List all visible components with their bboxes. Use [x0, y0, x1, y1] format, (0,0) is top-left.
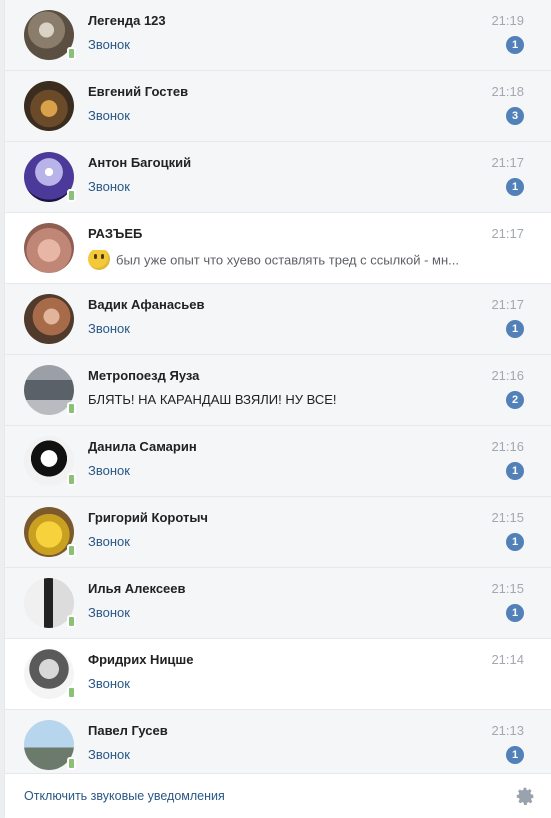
message-time: 21:14	[491, 652, 524, 667]
avatar[interactable]	[24, 223, 74, 273]
dialog-row[interactable]: Антон Багоцкий 21:17 Звонок 1	[5, 142, 551, 213]
online-mobile-icon	[67, 686, 76, 699]
message-preview: Звонок	[88, 534, 130, 549]
message-time: 21:13	[491, 723, 524, 738]
avatar[interactable]	[24, 81, 74, 131]
unread-count-badge: 2	[506, 391, 524, 409]
message-preview-text: был уже опыт что хуево оставлять тред с …	[116, 252, 459, 268]
message-preview-text: Звонок	[88, 676, 130, 691]
message-preview-text: Звонок	[88, 321, 130, 336]
unread-count-badge: 1	[506, 746, 524, 764]
message-time: 21:16	[491, 368, 524, 383]
message-time: 21:17	[491, 297, 524, 312]
message-preview: Звонок	[88, 605, 130, 620]
message-time: 21:15	[491, 581, 524, 596]
message-time: 21:17	[491, 226, 524, 241]
contact-name[interactable]: Фридрих Ницше	[88, 652, 194, 667]
contact-name[interactable]: Евгений Гостев	[88, 84, 188, 99]
avatar-wrapper[interactable]	[24, 507, 76, 557]
message-preview-text: Звонок	[88, 179, 130, 194]
message-preview-text: Звонок	[88, 108, 130, 123]
online-mobile-icon	[67, 615, 76, 628]
message-preview: Звонок	[88, 179, 130, 194]
message-preview: Звонок	[88, 747, 130, 762]
unread-count-badge: 1	[506, 178, 524, 196]
avatar-wrapper[interactable]	[24, 365, 76, 415]
dialog-row[interactable]: Евгений Гостев 21:18 Звонок 3	[5, 71, 551, 142]
avatar-wrapper[interactable]	[24, 294, 74, 344]
avatar-wrapper[interactable]	[24, 649, 76, 699]
contact-name[interactable]: Легенда 123	[88, 13, 166, 28]
unread-count-badge: 1	[506, 533, 524, 551]
message-time: 21:19	[491, 13, 524, 28]
unread-count-badge: 1	[506, 462, 524, 480]
message-time: 21:15	[491, 510, 524, 525]
avatar-wrapper[interactable]	[24, 81, 74, 131]
message-preview: Звонок	[88, 108, 130, 123]
contact-name[interactable]: Илья Алексеев	[88, 581, 186, 596]
message-preview-text: Звонок	[88, 463, 130, 478]
message-preview: Звонок	[88, 676, 130, 691]
message-preview-text: Звонок	[88, 747, 130, 762]
dialog-row[interactable]: Вадик Афанасьев 21:17 Звонок 1	[5, 284, 551, 355]
contact-name[interactable]: Метропоезд Яуза	[88, 368, 199, 383]
message-preview: Звонок	[88, 321, 130, 336]
message-preview: Звонок	[88, 463, 130, 478]
message-time: 21:17	[491, 155, 524, 170]
online-mobile-icon	[67, 402, 76, 415]
message-preview-text: Звонок	[88, 37, 130, 52]
contact-name[interactable]: Вадик Афанасьев	[88, 297, 205, 312]
message-preview: Звонок	[88, 37, 130, 52]
message-preview: был уже опыт что хуево оставлять тред с …	[88, 250, 459, 272]
dialog-row[interactable]: Илья Алексеев 21:15 Звонок 1	[5, 568, 551, 639]
dialog-row[interactable]: Григорий Коротыч 21:15 Звонок 1	[5, 497, 551, 568]
avatar-wrapper[interactable]	[24, 10, 76, 60]
dialogs-panel: Легенда 123 21:19 Звонок 1 Евгений Гостев 21:…	[4, 0, 551, 818]
unread-count-badge: 1	[506, 36, 524, 54]
unread-count-badge: 1	[506, 320, 524, 338]
message-preview-text: БЛЯТЬ! НА КАРАНДАШ ВЗЯЛИ! НУ ВСЕ!	[88, 392, 337, 407]
avatar-wrapper[interactable]	[24, 436, 76, 486]
dialog-row[interactable]: Легенда 123 21:19 Звонок 1	[5, 0, 551, 71]
contact-name[interactable]: Антон Багоцкий	[88, 155, 191, 170]
message-time: 21:16	[491, 439, 524, 454]
contact-name[interactable]: Григорий Коротыч	[88, 510, 208, 525]
dialog-row[interactable]: Данила Самарин 21:16 Звонок 1	[5, 426, 551, 497]
footer-bar: Отключить звуковые уведомления	[5, 773, 551, 818]
message-time: 21:18	[491, 84, 524, 99]
avatar-wrapper[interactable]	[24, 152, 76, 202]
dialog-row[interactable]: Фридрих Ницше 21:14 Звонок	[5, 639, 551, 710]
contact-name[interactable]: Данила Самарин	[88, 439, 197, 454]
online-mobile-icon	[67, 757, 76, 770]
unread-count-badge: 3	[506, 107, 524, 125]
message-preview-text: Звонок	[88, 534, 130, 549]
gear-icon[interactable]	[514, 785, 536, 807]
dialog-row[interactable]: Метропоезд Яуза 21:16 БЛЯТЬ! НА КАРАНДАШ В…	[5, 355, 551, 426]
online-mobile-icon	[67, 473, 76, 486]
dialog-row[interactable]: Павел Гусев 21:13 Звонок 1	[5, 710, 551, 781]
online-mobile-icon	[67, 47, 76, 60]
unread-count-badge: 1	[506, 604, 524, 622]
online-mobile-icon	[67, 544, 76, 557]
contact-name[interactable]: Павел Гусев	[88, 723, 168, 738]
avatar-wrapper[interactable]	[24, 578, 76, 628]
avatar-wrapper[interactable]	[24, 720, 76, 770]
avatar[interactable]	[24, 294, 74, 344]
dialog-row[interactable]: РАЗЪЕБ 21:17 был уже опыт что хуево оставл…	[5, 213, 551, 284]
avatar-wrapper[interactable]	[24, 223, 74, 273]
contact-name[interactable]: РАЗЪЕБ	[88, 226, 142, 241]
dialog-list: Легенда 123 21:19 Звонок 1 Евгений Гостев 21:…	[5, 0, 551, 781]
online-mobile-icon	[67, 189, 76, 202]
disable-sound-notifications-link[interactable]: Отключить звуковые уведомления	[24, 789, 225, 803]
message-preview: БЛЯТЬ! НА КАРАНДАШ ВЗЯЛИ! НУ ВСЕ!	[88, 392, 337, 407]
message-preview-text: Звонок	[88, 605, 130, 620]
smiley-emoji-icon	[88, 250, 110, 270]
